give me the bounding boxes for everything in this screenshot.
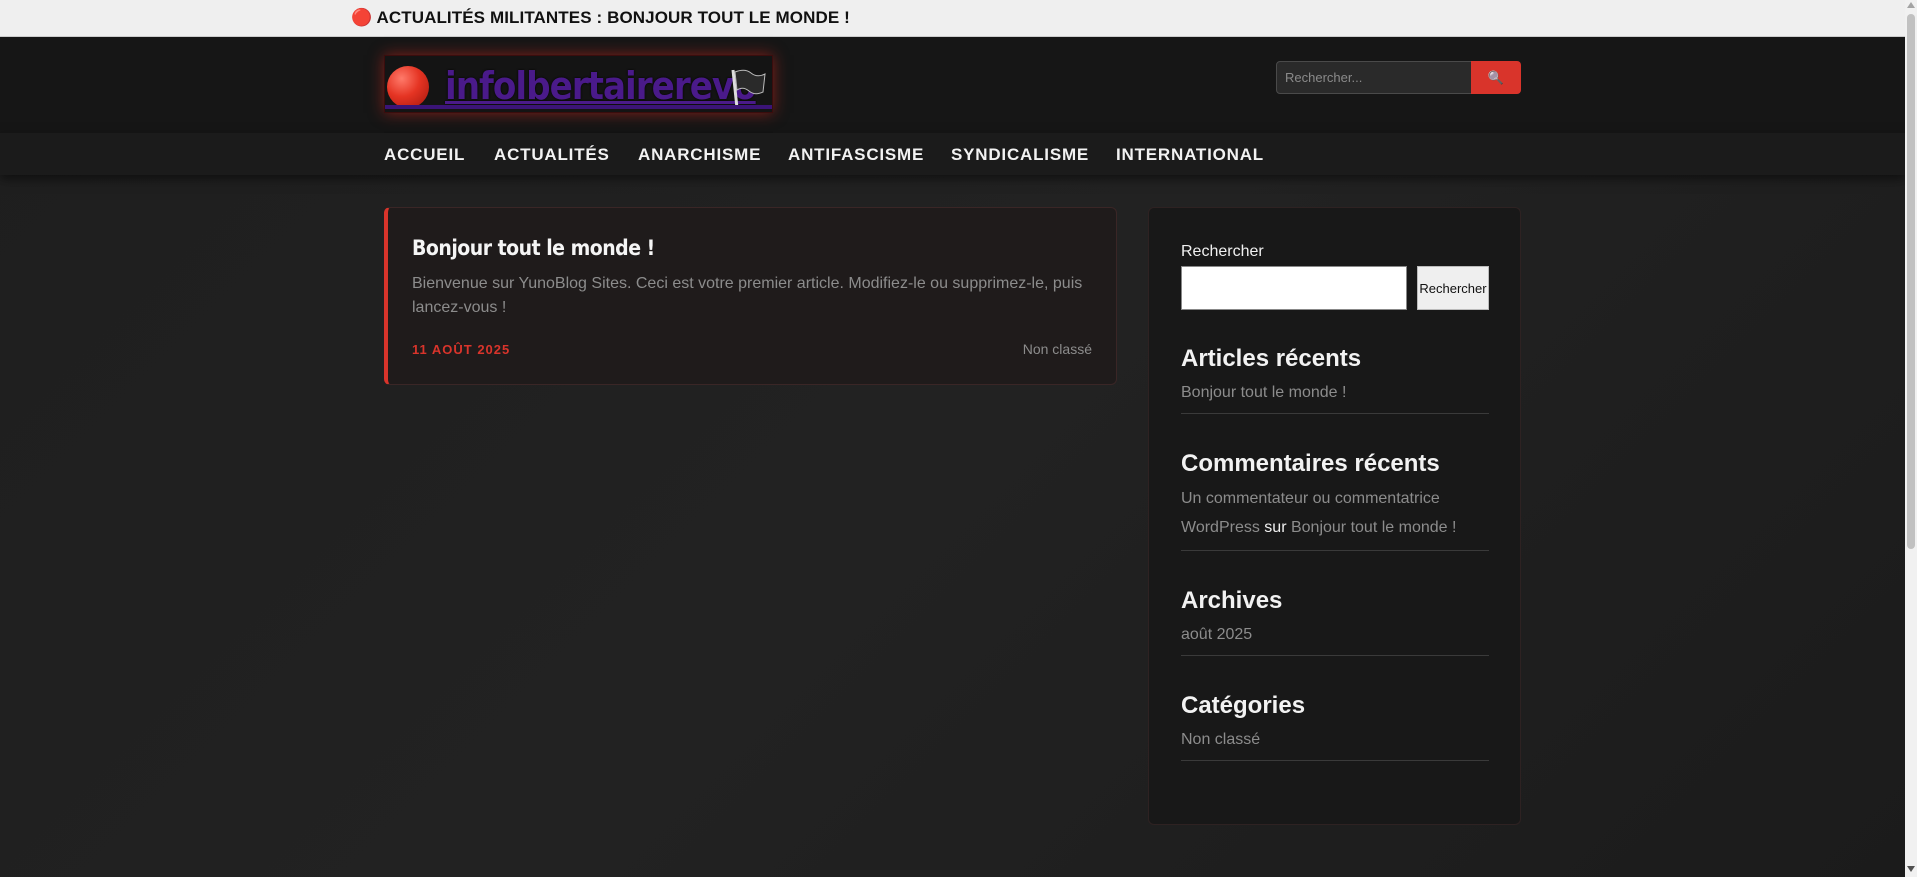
site-logo[interactable]: infolbertairerevo [384,55,773,113]
nav-item-anarchisme[interactable]: ANARCHISME [638,145,761,165]
red-circle-icon [387,66,429,108]
nav-item-syndicalisme[interactable]: SYNDICALISME [951,145,1089,165]
comment-on-text: sur [1264,519,1287,536]
article-title[interactable]: Bonjour tout le monde ! [412,236,655,260]
divider [1181,655,1489,656]
divider [1181,413,1489,414]
divider [1181,550,1489,551]
logo-text[interactable]: infolbertairerevo [445,64,757,108]
nav-item-antifascisme[interactable]: ANTIFASCISME [788,145,924,165]
divider [1181,760,1489,761]
scroll-down-arrow-icon[interactable] [1907,866,1915,872]
categories-heading: Catégories [1181,692,1306,719]
sidebar-search-input[interactable] [1181,266,1407,310]
ticker-text[interactable]: 🔴 ACTUALITÉS MILITANTES : BONJOUR TOUT L… [351,8,850,28]
recent-comment: Un commentateur ou commentatrice WordPre… [1181,484,1491,542]
article-card: Bonjour tout le monde ! Bienvenue sur Yu… [384,207,1117,385]
archive-link[interactable]: août 2025 [1181,620,1491,649]
black-flag-icon [731,69,766,109]
article-category[interactable]: Non classé [1023,341,1092,357]
recent-posts-heading: Articles récents [1181,345,1362,372]
page: 🔴 ACTUALITÉS MILITANTES : BONJOUR TOUT L… [0,0,1905,877]
recent-comments-heading: Commentaires récents [1181,450,1440,477]
sidebar: Rechercher Rechercher Articles récents B… [1148,207,1521,825]
header-search: 🔍 [1276,61,1521,94]
header-search-input[interactable] [1276,61,1472,94]
scrollbar[interactable] [1905,0,1917,877]
main-nav: ACCUEIL ACTUALITÉS ANARCHISME ANTIFASCIS… [0,133,1905,175]
category-link[interactable]: Non classé [1181,725,1491,754]
archives-heading: Archives [1181,587,1283,614]
sidebar-search-button[interactable]: Rechercher [1417,266,1489,310]
search-icon: 🔍 [1487,69,1505,85]
scroll-up-arrow-icon[interactable] [1907,2,1915,8]
recent-post-link[interactable]: Bonjour tout le monde ! [1181,378,1491,407]
search-button[interactable]: 🔍 [1471,61,1521,94]
sidebar-search-label: Rechercher [1181,243,1264,260]
nav-item-actualites[interactable]: ACTUALITÉS [494,145,610,165]
news-ticker: 🔴 ACTUALITÉS MILITANTES : BONJOUR TOUT L… [0,0,1905,37]
article-excerpt: Bienvenue sur YunoBlog Sites. Ceci est v… [412,275,1083,316]
logo-underline [385,105,772,109]
nav-item-international[interactable]: INTERNATIONAL [1116,145,1264,165]
site-header: infolbertairerevo 🔍 [0,37,1905,133]
nav-item-accueil[interactable]: ACCUEIL [384,145,465,165]
scroll-thumb[interactable] [1907,14,1915,549]
article-date: 11 AOÛT 2025 [412,342,511,357]
comment-post-link[interactable]: Bonjour tout le monde ! [1291,519,1456,536]
